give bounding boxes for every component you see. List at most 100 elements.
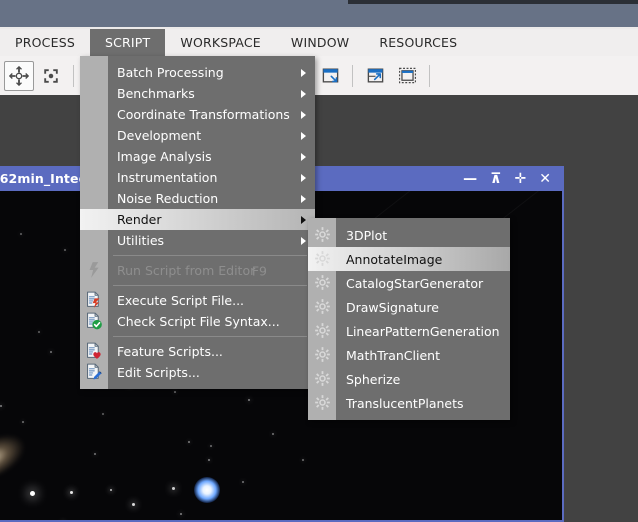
submenu-item-3dplot[interactable]: 3DPlot xyxy=(308,223,510,247)
menu-item-coordinate-transformations[interactable]: Coordinate Transformations xyxy=(80,104,315,125)
menu-item-label: Feature Scripts... xyxy=(117,344,223,359)
chevron-right-icon xyxy=(301,131,306,140)
menu-item-label: Image Analysis xyxy=(117,149,212,164)
menu-item-label: Edit Scripts... xyxy=(117,365,200,380)
star xyxy=(102,413,104,415)
menu-item-instrumentation[interactable]: Instrumentation xyxy=(80,167,315,188)
submenu-item-translucentplanets[interactable]: TranslucentPlanets xyxy=(308,391,510,415)
menu-item-label: Execute Script File... xyxy=(117,293,245,308)
menu-item-execute-script-file[interactable]: Execute Script File... xyxy=(80,290,315,311)
star xyxy=(132,503,136,507)
submenu-item-catalogstargenerator[interactable]: CatalogStarGenerator xyxy=(308,271,510,295)
star xyxy=(174,391,176,393)
minimize-button[interactable]: — xyxy=(463,172,477,186)
menu-item-development[interactable]: Development xyxy=(80,125,315,146)
chevron-right-icon xyxy=(301,236,306,245)
menu-separator xyxy=(113,336,307,337)
menu-item-label: Instrumentation xyxy=(117,170,218,185)
pan-move-tool[interactable] xyxy=(36,61,66,91)
menu-item-label: Coordinate Transformations xyxy=(117,107,290,122)
submenu-item-label: TranslucentPlanets xyxy=(346,395,464,411)
pointer-crosshair-tool[interactable] xyxy=(4,60,34,91)
chevron-right-icon xyxy=(301,152,306,161)
star xyxy=(30,491,35,496)
star xyxy=(248,399,251,402)
menu-item-feature-scripts[interactable]: Feature Scripts... xyxy=(80,341,315,362)
star xyxy=(302,459,304,461)
star xyxy=(272,433,274,435)
application-top-strip xyxy=(0,0,638,27)
star xyxy=(50,351,52,353)
script-dropdown-menu[interactable]: Batch Processing Benchmarks Coordinate Tra… xyxy=(80,56,315,389)
menu-item-label: Development xyxy=(117,128,202,143)
star xyxy=(210,445,212,447)
menu-item-edit-scripts[interactable]: Edit Scripts... xyxy=(80,362,315,383)
star xyxy=(0,405,3,408)
submenu-item-label: LinearPatternGeneration xyxy=(346,323,500,339)
bright-blue-star xyxy=(194,477,220,503)
star xyxy=(172,487,176,491)
menu-item-label: Benchmarks xyxy=(117,86,195,101)
menubar-item-workspace[interactable]: WORKSPACE xyxy=(165,29,276,56)
menu-item-batch-processing[interactable]: Batch Processing xyxy=(80,62,315,83)
rollup-button[interactable]: ⊼ xyxy=(490,172,501,186)
menu-item-shortcut: F9 xyxy=(251,263,267,278)
menu-item-run-script-from-editor: Run Script from Editor F9 xyxy=(80,260,315,281)
menu-item-render[interactable]: Render xyxy=(80,209,315,230)
menu-separator xyxy=(113,285,307,286)
gear-icon xyxy=(314,226,332,244)
render-submenu[interactable]: 3DPlot AnnotateImage CatalogStarGenerator D… xyxy=(308,218,510,420)
star xyxy=(38,331,40,333)
chevron-right-icon xyxy=(301,89,306,98)
star xyxy=(208,459,210,461)
menu-item-label: Run Script from Editor xyxy=(117,263,256,278)
star xyxy=(22,421,24,423)
star xyxy=(188,441,190,443)
close-button[interactable]: ✕ xyxy=(539,172,551,186)
menu-item-utilities[interactable]: Utilities xyxy=(80,230,315,251)
submenu-item-label: 3DPlot xyxy=(346,227,388,243)
menu-item-label: Batch Processing xyxy=(117,65,224,80)
star xyxy=(94,453,96,455)
menu-item-noise-reduction[interactable]: Noise Reduction xyxy=(80,188,315,209)
submenu-item-label: Spherize xyxy=(346,371,401,387)
gear-icon xyxy=(314,322,332,340)
star xyxy=(180,513,183,516)
submenu-item-linearpatterngeneration[interactable]: LinearPatternGeneration xyxy=(308,319,510,343)
menu-item-label: Noise Reduction xyxy=(117,191,219,206)
script-heart-icon xyxy=(84,341,105,362)
menubar-item-process[interactable]: PROCESS xyxy=(0,29,90,56)
submenu-item-drawsignature[interactable]: DrawSignature xyxy=(308,295,510,319)
submenu-item-annotateimage[interactable]: AnnotateImage xyxy=(308,247,510,271)
menu-item-check-script-file-syntax[interactable]: Check Script File Syntax... xyxy=(80,311,315,332)
gear-icon xyxy=(314,250,332,268)
window-tile-tool[interactable] xyxy=(392,61,422,91)
menu-item-label: Check Script File Syntax... xyxy=(117,314,280,329)
chevron-right-icon xyxy=(301,194,306,203)
menubar-item-window[interactable]: WINDOW xyxy=(276,29,364,56)
star xyxy=(70,491,73,494)
submenu-item-spherize[interactable]: Spherize xyxy=(308,367,510,391)
window-resize-tool[interactable] xyxy=(315,61,345,91)
menu-item-image-analysis[interactable]: Image Analysis xyxy=(80,146,315,167)
menu-item-label: Render xyxy=(117,212,162,227)
menubar-item-script[interactable]: SCRIPT xyxy=(89,29,166,56)
script-edit-icon xyxy=(84,362,105,383)
script-check-icon xyxy=(84,311,105,332)
window-expand-tool[interactable] xyxy=(360,61,390,91)
menubar-item-resources[interactable]: RESOURCES xyxy=(364,29,472,56)
image-window-controls: — ⊼ ✛ ✕ xyxy=(463,172,562,186)
submenu-item-label: CatalogStarGenerator xyxy=(346,275,484,291)
galaxy-object xyxy=(0,426,31,488)
menu-item-benchmarks[interactable]: Benchmarks xyxy=(80,83,315,104)
submenu-item-mathtranclient[interactable]: MathTranClient xyxy=(308,343,510,367)
toolbar-separator xyxy=(429,64,430,87)
gear-icon xyxy=(314,274,332,292)
menu-item-label: Utilities xyxy=(117,233,165,248)
maximize-button[interactable]: ✛ xyxy=(515,172,527,186)
chevron-right-icon xyxy=(301,68,306,77)
script-execute-icon xyxy=(84,290,105,311)
menu-separator xyxy=(113,255,307,256)
star xyxy=(110,489,113,492)
submenu-item-label: AnnotateImage xyxy=(346,251,443,267)
